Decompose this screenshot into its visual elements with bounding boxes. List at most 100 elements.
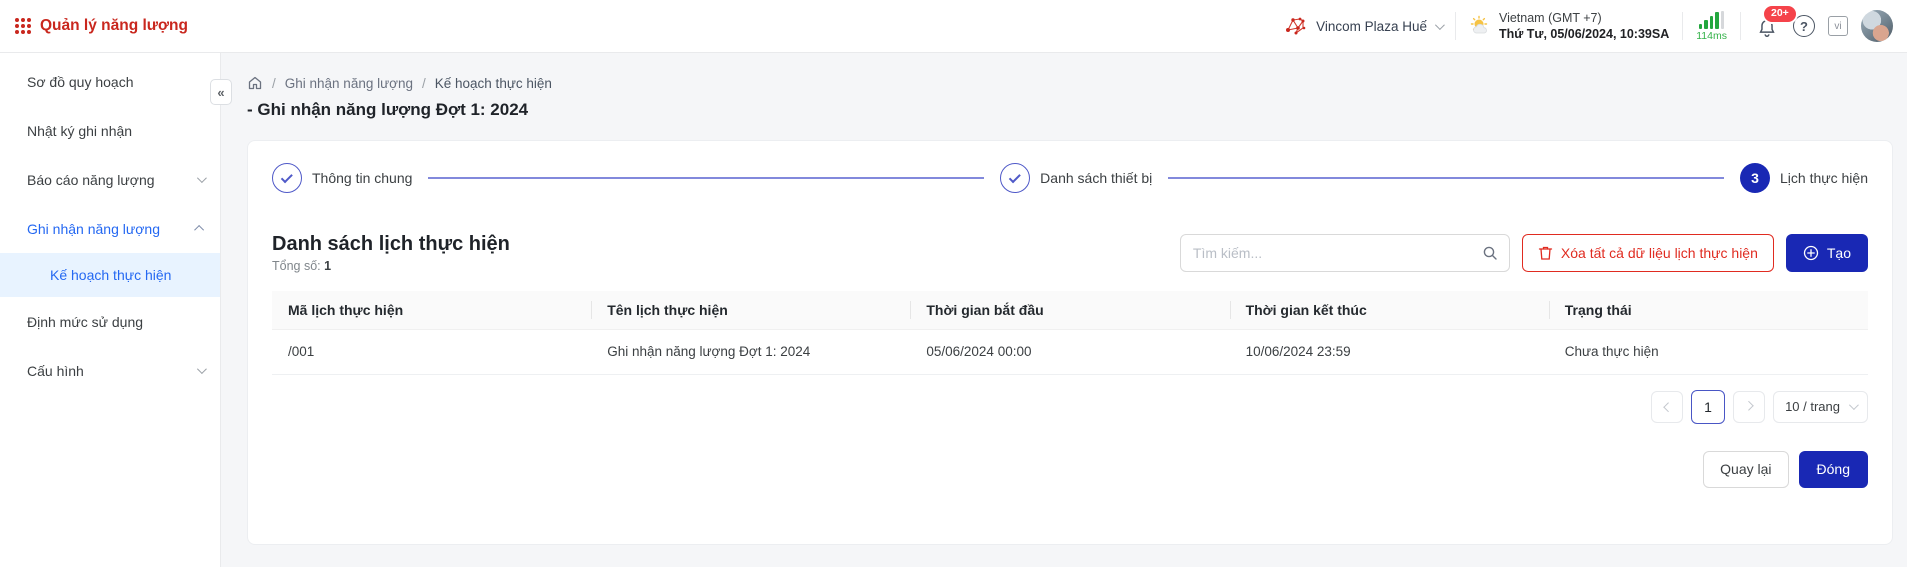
cell-thoi-gian-ket-thuc: 10/06/2024 23:59	[1230, 329, 1549, 374]
stepper: Thông tin chung Danh sách thiết bị 3 Lịc…	[272, 163, 1868, 193]
home-icon[interactable]	[247, 75, 263, 91]
breadcrumb-separator: /	[422, 76, 426, 91]
region-label: Vietnam (GMT +7)	[1499, 10, 1669, 26]
sidebar-item-bao-cao-nang-luong[interactable]: Báo cáo năng lượng	[0, 155, 220, 204]
cell-thoi-gian-bat-dau: 05/06/2024 00:00	[910, 329, 1229, 374]
sidebar-item-ke-hoach-thuc-hien[interactable]: Kế hoạch thực hiện	[0, 253, 220, 297]
breadcrumb-separator: /	[272, 76, 276, 91]
step-label: Lịch thực hiện	[1780, 170, 1868, 186]
create-label: Tạo	[1827, 245, 1851, 261]
question-icon: ?	[1800, 19, 1808, 34]
sidebar-item-label: Nhật ký ghi nhận	[27, 123, 132, 139]
step-label: Thông tin chung	[312, 170, 412, 186]
prev-page-button[interactable]	[1651, 391, 1683, 423]
chevron-right-icon	[1743, 401, 1753, 411]
chevron-up-icon	[194, 225, 204, 235]
step-lich-thuc-hien[interactable]: 3 Lịch thực hiện	[1740, 163, 1868, 193]
column-header: Thời gian bắt đầu	[910, 291, 1229, 329]
divider	[1682, 12, 1683, 40]
step-done-check-icon	[1000, 163, 1030, 193]
divider	[1455, 12, 1456, 40]
schedule-table: Mã lịch thực hiện Tên lịch thực hiện Thờ…	[272, 291, 1868, 375]
sidebar-item-dinh-muc-su-dung[interactable]: Định mức sử dụng	[0, 297, 220, 346]
step-thong-tin-chung[interactable]: Thông tin chung	[272, 163, 412, 193]
table-header-row: Mã lịch thực hiện Tên lịch thực hiện Thờ…	[272, 291, 1868, 329]
close-button[interactable]: Đóng	[1799, 451, 1868, 488]
search-box	[1180, 234, 1510, 272]
sidebar-item-label: Định mức sử dụng	[27, 314, 143, 330]
app-title: Quản lý năng lượng	[40, 17, 188, 35]
column-header: Tên lịch thực hiện	[591, 291, 910, 329]
column-header: Mã lịch thực hiện	[272, 291, 591, 329]
weather-icon	[1469, 15, 1491, 37]
total-value: 1	[324, 259, 331, 273]
top-header: Quản lý năng lượng Vincom Plaza Huế	[0, 0, 1907, 53]
connection-status: 114ms	[1696, 11, 1727, 42]
next-page-button[interactable]	[1733, 391, 1765, 423]
step-connector	[1168, 177, 1724, 179]
page-size-select[interactable]: 10 / trang	[1773, 391, 1868, 423]
cell-trang-thai: Chưa thực hiện	[1549, 329, 1868, 374]
sidebar-item-label: Ghi nhận năng lượng	[27, 221, 160, 237]
trash-icon	[1538, 245, 1553, 261]
search-input[interactable]	[1180, 234, 1510, 272]
sidebar-nav: Sơ đồ quy hoạch Nhật ký ghi nhận Báo cáo…	[0, 53, 221, 567]
sidebar-item-nhat-ky-ghi-nhan[interactable]: Nhật ký ghi nhận	[0, 106, 220, 155]
step-danh-sach-thiet-bi[interactable]: Danh sách thiết bị	[1000, 163, 1152, 193]
section-header: Danh sách lịch thực hiện Tổng số: 1	[272, 233, 1868, 273]
step-label: Danh sách thiết bị	[1040, 170, 1152, 186]
app-logo[interactable]: Quản lý năng lượng	[0, 17, 188, 35]
sidebar-item-label: Sơ đồ quy hoạch	[27, 74, 133, 90]
table-row[interactable]: /001 Ghi nhận năng lượng Đợt 1: 2024 05/…	[272, 329, 1868, 374]
divider	[1740, 12, 1741, 40]
sidebar-item-label: Báo cáo năng lượng	[27, 172, 155, 188]
latency-label: 114ms	[1696, 30, 1727, 42]
delete-all-button[interactable]: Xóa tất cả dữ liệu lịch thực hiện	[1522, 234, 1774, 272]
chevron-left-icon	[1663, 402, 1673, 412]
total-label: Tổng số:	[272, 259, 321, 273]
page-size-label: 10 / trang	[1785, 399, 1840, 414]
back-button[interactable]: Quay lại	[1703, 451, 1788, 488]
cell-ten-lich: Ghi nhận năng lượng Đợt 1: 2024	[591, 329, 910, 374]
card-footer: Quay lại Đóng	[272, 451, 1868, 488]
create-button[interactable]: Tạo	[1786, 234, 1868, 272]
pagination: 1 10 / trang	[272, 390, 1868, 424]
chevron-down-icon	[1435, 20, 1445, 30]
user-avatar[interactable]	[1861, 10, 1893, 42]
collapse-icon: «	[217, 85, 224, 100]
site-selector[interactable]: Vincom Plaza Huế	[1284, 15, 1442, 37]
breadcrumb-item-current[interactable]: Kế hoạch thực hiện	[435, 76, 552, 91]
sidebar-collapse-button[interactable]: «	[210, 79, 232, 105]
column-header: Trạng thái	[1549, 291, 1868, 329]
column-header: Thời gian kết thúc	[1230, 291, 1549, 329]
breadcrumb: / Ghi nhận năng lượng / Kế hoạch thực hi…	[247, 75, 552, 91]
section-title: Danh sách lịch thực hiện	[272, 233, 510, 256]
content-card: Thông tin chung Danh sách thiết bị 3 Lịc…	[247, 140, 1893, 545]
site-name: Vincom Plaza Huế	[1316, 19, 1427, 34]
sidebar-item-ghi-nhan-nang-luong[interactable]: Ghi nhận năng lượng	[0, 204, 220, 253]
grid-menu-icon	[15, 18, 31, 34]
language-label: vi	[1834, 21, 1841, 32]
chevron-down-icon	[197, 173, 207, 183]
signal-bars-icon	[1699, 11, 1725, 29]
locale-block: Vietnam (GMT +7) Thứ Tư, 05/06/2024, 10:…	[1469, 10, 1669, 43]
sidebar-item-label: Cấu hình	[27, 363, 84, 379]
plus-circle-icon	[1803, 245, 1819, 261]
sidebar-item-so-do-quy-hoach[interactable]: Sơ đồ quy hoạch	[0, 57, 220, 106]
notifications-button[interactable]: 20+	[1754, 13, 1780, 39]
search-icon	[1482, 245, 1498, 261]
page-title: - Ghi nhận năng lượng Đợt 1: 2024	[247, 100, 528, 120]
step-number-badge: 3	[1740, 163, 1770, 193]
page-number-button[interactable]: 1	[1691, 390, 1725, 424]
main-content: « / Ghi nhận năng lượng / Kế hoạch thực …	[221, 53, 1907, 567]
cell-ma-lich: /001	[272, 329, 591, 374]
notification-badge: 20+	[1762, 4, 1798, 24]
sidebar-item-cau-hinh[interactable]: Cấu hình	[0, 346, 220, 395]
network-icon	[1284, 15, 1308, 37]
chevron-down-icon	[197, 364, 207, 374]
chevron-down-icon	[1849, 400, 1859, 410]
datetime-label: Thứ Tư, 05/06/2024, 10:39SA	[1499, 26, 1669, 42]
breadcrumb-item[interactable]: Ghi nhận năng lượng	[285, 76, 413, 91]
language-switcher[interactable]: vi	[1828, 16, 1848, 36]
sidebar-item-label: Kế hoạch thực hiện	[50, 267, 171, 283]
